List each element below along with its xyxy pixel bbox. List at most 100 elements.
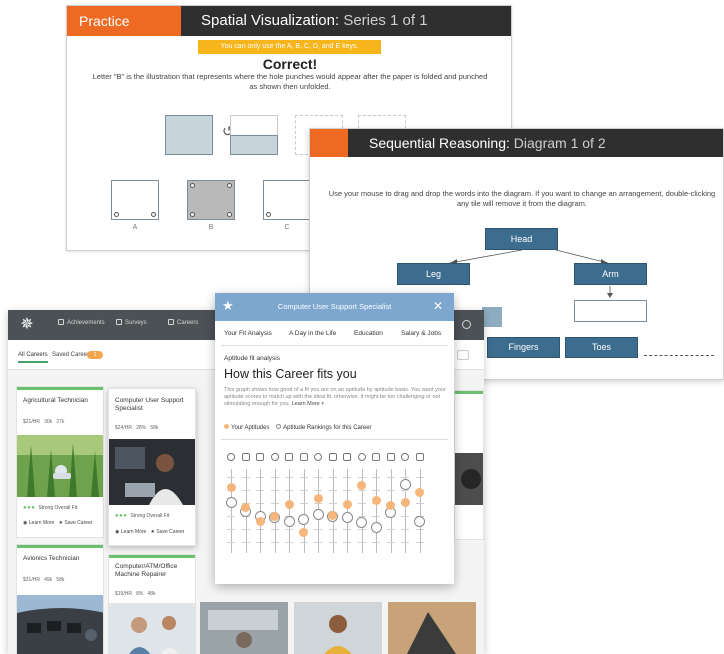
user-profile-icon[interactable] [462, 320, 471, 329]
remaining-tiles-indicator [644, 355, 714, 356]
fit-label: Strong Overall Fit [130, 513, 170, 519]
aptitude-tick [241, 542, 250, 543]
career-card[interactable]: Agricultural Technician $21/HR 30k 27k ●… [16, 386, 104, 538]
aptitude-tick [343, 529, 351, 530]
aptitude-tick [343, 542, 351, 543]
aptitude-tick [415, 529, 424, 530]
aptitude-tick [256, 477, 264, 478]
learn-more-button[interactable]: ◉ Learn More [23, 520, 54, 526]
aptitude-tick [285, 477, 293, 478]
aptitude-tick [328, 542, 337, 543]
stat-wage: $21/HR [23, 419, 40, 425]
answer-label-b: B [208, 224, 214, 231]
fit-label: Strong Overall Fit [38, 505, 78, 511]
aptitude-tick [415, 503, 424, 504]
career-stats: $24/HR 28% 58k [115, 425, 158, 431]
career-ranking-point [414, 515, 425, 527]
fold-step-2 [230, 135, 278, 155]
stat-wage: $19/HR [115, 591, 132, 597]
diagram-node-head[interactable]: Head [485, 228, 558, 250]
save-career-button[interactable]: ★ Save Career [151, 529, 185, 535]
answer-option-b[interactable] [187, 180, 235, 220]
aptitude-tick [299, 542, 308, 543]
nav-surveys-label: Surveys [125, 320, 147, 326]
diagram-node-leg[interactable]: Leg [397, 263, 470, 285]
aptitude-tick [372, 490, 380, 491]
grid-aptitude-icon [241, 453, 250, 461]
word-tile-fingers[interactable]: Fingers [487, 337, 560, 358]
aptitude-tick [227, 477, 235, 478]
learn-more-button[interactable]: ◉ Learn More [115, 529, 146, 535]
your-aptitude-point [371, 496, 381, 506]
word-tile-toes[interactable]: Toes [565, 337, 638, 358]
career-ranking-point [298, 513, 309, 525]
aptitude-tick [299, 477, 308, 478]
answer-option-a[interactable] [111, 180, 159, 220]
search-aptitude-icon [285, 453, 293, 461]
your-aptitude-point [415, 488, 424, 498]
aptitude-tick [314, 490, 322, 491]
aptitude-tick [227, 529, 235, 530]
aptitude-tick [314, 542, 322, 543]
aptitude-axis-line [231, 469, 232, 553]
hole-punch [114, 212, 119, 217]
your-aptitude-point [328, 510, 337, 520]
career-stats: $19/HR 8% 48k [115, 591, 156, 597]
aptitude-tick [343, 477, 351, 478]
stat-wage: $31/HR [23, 577, 40, 583]
answer-option-c[interactable] [263, 180, 311, 220]
career-title: Computer/ATM/Office Machine Repairer [115, 563, 195, 579]
view-toggle-button[interactable] [457, 350, 469, 360]
aptitude-tick [401, 477, 409, 478]
answer-label-a: A [132, 224, 138, 231]
career-card[interactable]: Avionics Technician $31/HR 49k 58k [16, 544, 104, 654]
career-photos-row [200, 602, 476, 654]
aptitude-tick [415, 477, 424, 478]
career-photo [17, 435, 103, 497]
aptitude-tick [357, 477, 366, 478]
career-card-highlighted[interactable]: Computer User Support Specialist $24/HR … [108, 388, 196, 546]
nav-careers-label: Careers [177, 320, 199, 326]
aptitude-tick [401, 516, 409, 517]
career-title-text: Computer/ATM/Office Machine Repairer [115, 563, 178, 578]
fit-bar [17, 545, 103, 548]
career-title: Avionics Technician [23, 555, 80, 562]
card-actions: ◉ Learn More ★ Save Career [115, 529, 184, 535]
aptitude-tick [299, 490, 308, 491]
diagram-node-arm[interactable]: Arm [574, 263, 647, 285]
aptitude-tick [241, 529, 250, 530]
diagram-slot-faded [482, 307, 502, 327]
your-aptitude-point [284, 499, 294, 509]
diagram-empty-slot[interactable] [574, 300, 647, 322]
career-card-partial[interactable] [454, 390, 484, 540]
aptitude-tick [357, 490, 366, 491]
app-logo-icon[interactable]: ✵ [16, 315, 38, 335]
aptitude-axis-line [419, 469, 421, 553]
nav-careers[interactable]: Careers [168, 319, 198, 326]
aptitude-tick [386, 542, 395, 543]
clock-aptitude-icon [343, 453, 351, 461]
save-career-button[interactable]: ★ Save Career [59, 520, 93, 526]
stat-salary: 58k [56, 577, 65, 583]
career-stats: $21/HR 30k 27k [23, 419, 64, 425]
aptitude-tick [256, 542, 264, 543]
aptitude-tick [270, 477, 279, 478]
your-aptitude-point [400, 498, 410, 508]
cube-aptitude-icon [270, 453, 279, 461]
aptitude-tick [343, 490, 351, 491]
aptitude-tick [372, 542, 380, 543]
tab-all-careers[interactable]: All Careers [18, 352, 48, 363]
your-aptitude-point [226, 482, 236, 492]
aptitude-tick [386, 490, 395, 491]
hole-punch [190, 183, 195, 188]
aptitude-tick [328, 490, 337, 491]
nav-achievements[interactable]: Achievements [58, 319, 105, 326]
career-ranking-point [341, 512, 353, 524]
career-detail-modal: Computer User Support Specialist ★ ✕ You… [215, 293, 454, 584]
aptitude-tick [285, 490, 293, 491]
career-card[interactable]: Computer/ATM/Office Machine Repairer $19… [108, 554, 196, 654]
stat-salary: 27k [56, 419, 65, 425]
aptitude-tick [357, 542, 366, 543]
aptitude-chart [215, 293, 454, 584]
nav-surveys[interactable]: Surveys [116, 319, 147, 326]
